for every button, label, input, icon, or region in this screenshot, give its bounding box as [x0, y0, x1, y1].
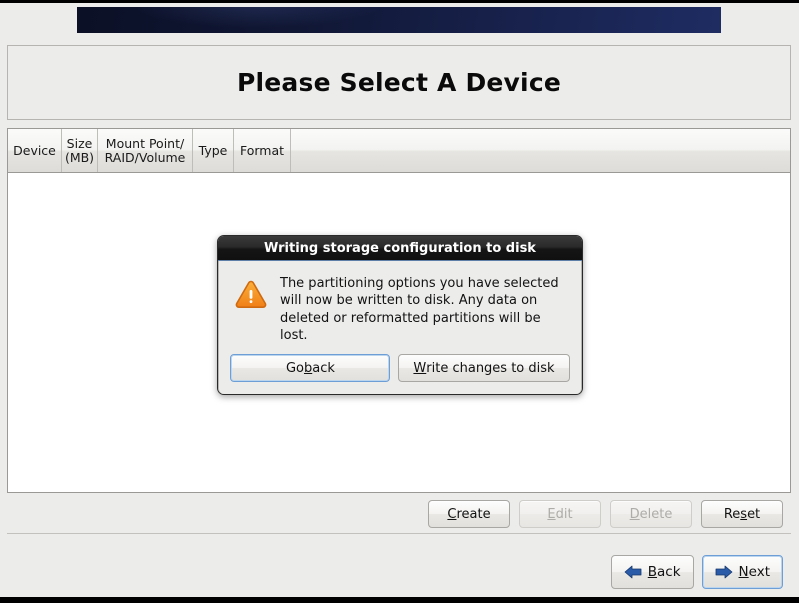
- edit-button-mnemonic: E: [547, 506, 556, 522]
- table-column-header-format[interactable]: Format: [234, 129, 291, 172]
- reset-button[interactable]: Re s et: [701, 500, 783, 528]
- write-changes-to-disk-button[interactable]: Write changes to disk: [398, 354, 570, 382]
- reset-button-mnemonic: s: [740, 506, 748, 522]
- next-button[interactable]: Next: [701, 555, 783, 589]
- partition-action-bar: Create Edit Delete Re s et: [0, 500, 791, 528]
- warning-triangle-icon: [235, 280, 267, 308]
- delete-button: Delete: [610, 500, 692, 528]
- wizard-nav-bar: Back Next: [0, 555, 791, 589]
- arrow-left-icon: [624, 565, 642, 579]
- bottom-border-rule: [0, 597, 799, 603]
- installer-screen: Please Select A Device Device Size (MB) …: [0, 0, 799, 603]
- create-button-mnemonic: C: [447, 506, 457, 522]
- write-changes-mnemonic: W: [413, 360, 427, 376]
- back-button-label-post: ack: [657, 564, 681, 580]
- create-button[interactable]: Create: [428, 500, 510, 528]
- dialog-button-row: Go b ack Write changes to disk: [219, 354, 581, 382]
- arrow-right-icon: [715, 565, 732, 579]
- table-header-row: Device Size (MB) Mount Point/ RAID/Volum…: [8, 129, 790, 173]
- delete-button-mnemonic: D: [629, 506, 640, 522]
- dialog-message-text: The partitioning options you have select…: [280, 276, 559, 343]
- page-title: Please Select A Device: [236, 68, 562, 97]
- page-title-panel: Please Select A Device: [7, 45, 791, 120]
- go-back-mnemonic: b: [303, 360, 313, 376]
- back-button-mnemonic: B: [647, 564, 658, 580]
- delete-button-label-post: elete: [639, 506, 673, 522]
- edit-button-label-post: dit: [555, 506, 573, 522]
- write-changes-label-post: rite changes to disk: [426, 360, 555, 376]
- back-button[interactable]: Back: [610, 555, 694, 589]
- reset-button-label-pre: Re: [723, 506, 741, 522]
- create-button-label-post: reate: [456, 506, 491, 522]
- next-button-mnemonic: N: [738, 564, 749, 580]
- table-column-header-spacer: [291, 129, 790, 172]
- table-column-header-type[interactable]: Type: [193, 129, 234, 172]
- next-button-label-post: ext: [748, 564, 770, 580]
- reset-button-label-post: et: [747, 506, 761, 522]
- go-back-label-pre: Go: [285, 360, 304, 376]
- top-border-rule: [0, 0, 799, 3]
- go-back-button[interactable]: Go b ack: [230, 354, 391, 382]
- dialog-message-row: The partitioning options you have select…: [235, 275, 565, 344]
- write-storage-dialog: Writing storage configuration to disk Th…: [217, 235, 583, 395]
- edit-button: Edit: [519, 500, 601, 528]
- dialog-title: Writing storage configuration to disk: [218, 236, 582, 261]
- go-back-label-post: ack: [312, 360, 335, 376]
- nav-separator: [7, 533, 791, 534]
- table-column-header-size[interactable]: Size (MB): [62, 129, 98, 172]
- dialog-body: The partitioning options you have select…: [218, 261, 582, 394]
- top-gradient-banner: [77, 7, 721, 33]
- table-column-header-mount-point[interactable]: Mount Point/ RAID/Volume: [98, 129, 193, 172]
- table-column-header-device[interactable]: Device: [8, 129, 62, 172]
